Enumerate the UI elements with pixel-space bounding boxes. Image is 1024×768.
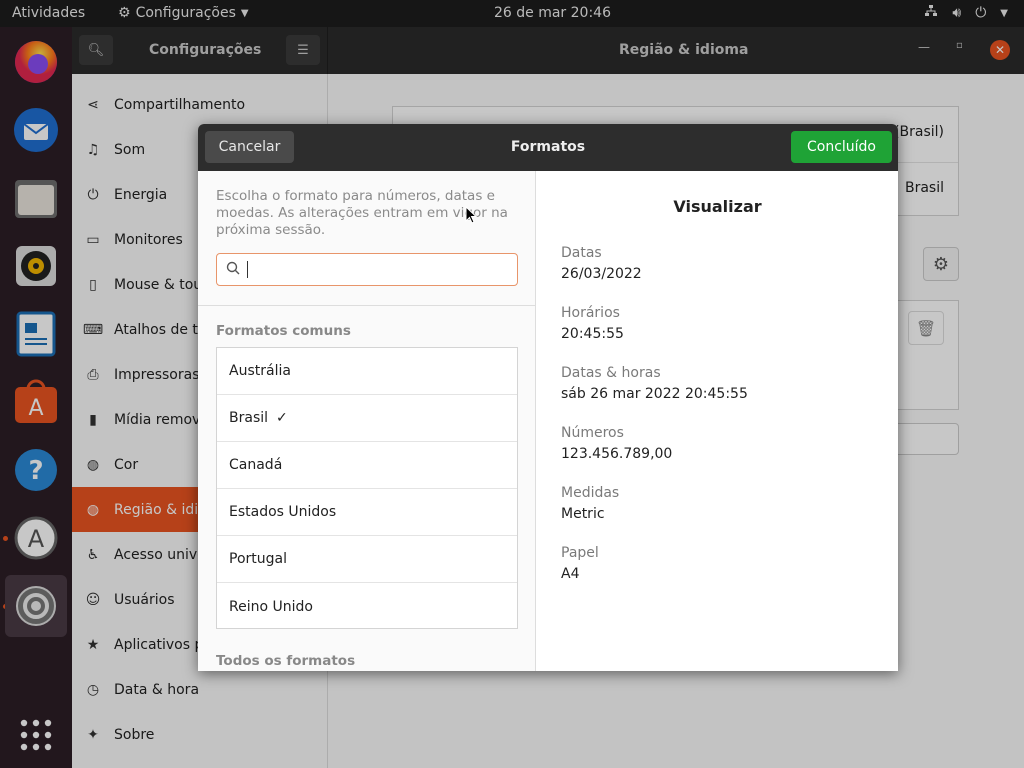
format-label: Reino Unido [229,598,313,615]
preview-label: Datas [561,245,602,261]
checkmark-icon: ✓ [276,410,288,426]
done-button[interactable]: Concluído [791,131,892,163]
format-label: Estados Unidos [229,504,337,520]
format-row[interactable]: Portugal [217,536,517,583]
preview-label: Horários [561,305,620,321]
format-row[interactable]: Reino Unido [217,583,517,630]
all-formats-header: Todos os formatos [216,653,356,669]
format-label: Canadá [229,457,283,473]
preview-pane: Visualizar Datas 26/03/2022 Horários 20:45:… [537,171,898,671]
preview-value: 20:45:55 [561,326,624,342]
format-label: Portugal [229,551,287,567]
format-row[interactable]: Estados Unidos [217,489,517,536]
text-cursor [247,261,248,278]
dialog-header: Cancelar Formatos Concluído [198,124,898,171]
search-icon [226,261,240,279]
formats-list-pane: Escolha o formato para números, datas e … [198,171,536,671]
preview-label: Medidas [561,485,620,501]
preview-label: Datas & horas [561,365,661,381]
preview-value: A4 [561,566,580,582]
format-row[interactable]: Canadá [217,442,517,489]
formats-dialog: Cancelar Formatos Concluído Escolha o fo… [198,124,898,671]
formats-list: Austrália Brasil ✓ Canadá Estados Unidos Port… [216,347,518,629]
format-row[interactable]: Brasil ✓ [217,395,517,442]
preview-label: Papel [561,545,599,561]
common-formats-header: Formatos comuns [216,323,351,339]
preview-value: Metric [561,506,605,522]
format-label: Brasil [229,410,269,426]
preview-title: Visualizar [673,197,762,216]
mouse-cursor-icon [465,206,477,224]
preview-label: Números [561,425,624,441]
format-row[interactable]: Austrália [217,348,517,395]
preview-value: sáb 26 mar 2022 20:45:55 [561,386,748,402]
search-input[interactable] [216,253,518,286]
preview-value: 26/03/2022 [561,266,642,282]
preview-value: 123.456.789,00 [561,446,673,462]
format-label: Austrália [229,363,291,379]
